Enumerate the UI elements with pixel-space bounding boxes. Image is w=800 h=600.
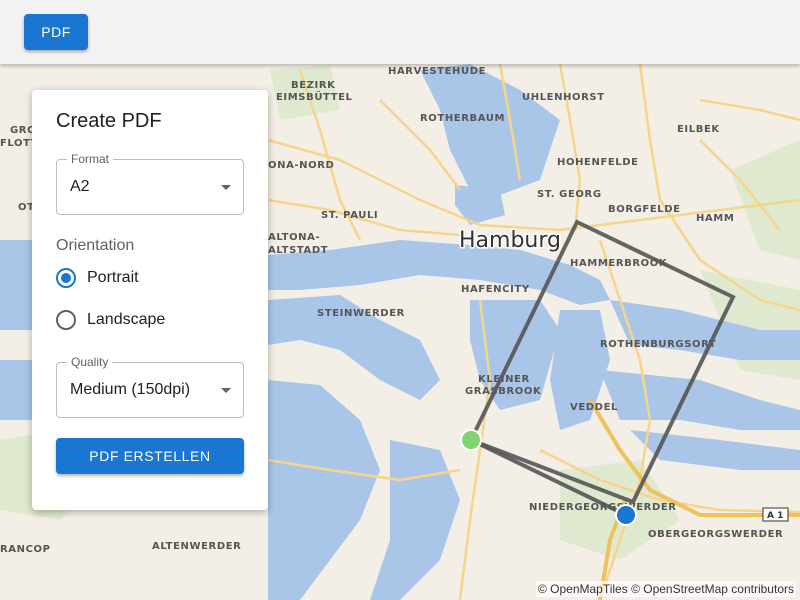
map-label: HARVESTEHUDE xyxy=(388,66,486,77)
map-label: ONA-NORD xyxy=(268,160,334,171)
quality-value: Medium (150dpi) xyxy=(70,381,191,398)
format-value: A2 xyxy=(70,178,90,195)
map-label: GRASBROOK xyxy=(465,386,542,397)
top-toolbar: PDF xyxy=(0,0,800,64)
map-label: OBERGEORGSWERDER xyxy=(648,529,783,540)
map-label: ST. GEORG xyxy=(537,189,602,200)
quality-select[interactable]: Quality Medium (150dpi) xyxy=(56,355,244,418)
svg-text:A 1: A 1 xyxy=(767,511,783,521)
create-pdf-button[interactable]: PDF ERSTELLEN xyxy=(56,438,244,474)
radio-landscape[interactable]: Landscape xyxy=(56,308,165,332)
map-label: ALTSTADT xyxy=(268,245,328,256)
frame-handle-green[interactable] xyxy=(460,429,482,451)
map-label: BORGFELDE xyxy=(608,204,681,215)
map-label: RANCOP xyxy=(0,544,51,555)
map-label: ALTENWERDER xyxy=(152,541,241,552)
map-label: HOHENFELDE xyxy=(557,157,639,168)
map-attribution[interactable]: © OpenMapTiles © OpenStreetMap contribut… xyxy=(535,581,796,597)
radio-checked-icon[interactable] xyxy=(56,268,76,288)
map-label: ROTHERBAUM xyxy=(420,113,505,124)
map-label: HAFENCITY xyxy=(461,284,530,295)
radio-landscape-label: Landscape xyxy=(87,311,166,328)
map-label: VEDDEL xyxy=(570,402,618,413)
radio-portrait[interactable]: Portrait xyxy=(56,266,139,290)
rotate-handle-blue[interactable] xyxy=(615,504,637,526)
radio-portrait-label: Portrait xyxy=(87,269,139,286)
map-label: UHLENHORST xyxy=(522,92,605,103)
pdf-button[interactable]: PDF xyxy=(24,14,88,50)
map-label: ALTONA- xyxy=(268,232,320,243)
chevron-down-icon xyxy=(221,185,231,190)
map-label: EIMSBÜTTEL xyxy=(276,89,353,103)
orientation-label: Orientation xyxy=(56,237,135,254)
road-shield: A 1 xyxy=(762,507,789,522)
map-label: BEZIRK xyxy=(291,80,336,91)
map-label: STEINWERDER xyxy=(317,308,405,319)
chevron-down-icon xyxy=(221,388,231,393)
map-label: ROTHENBURGSORT xyxy=(600,339,716,350)
map-label: ST. PAULI xyxy=(321,210,378,221)
format-label: Format xyxy=(67,152,114,166)
map-label: HAMM xyxy=(696,213,734,224)
map-label: EILBEK xyxy=(677,124,720,135)
quality-label: Quality xyxy=(67,355,113,369)
radio-unchecked-icon[interactable] xyxy=(56,310,76,330)
create-pdf-panel: Create PDF Format A2 Orientation Portrai… xyxy=(32,90,268,510)
format-select[interactable]: Format A2 xyxy=(56,152,244,215)
panel-title: Create PDF xyxy=(56,110,162,132)
city-label: Hamburg xyxy=(459,228,561,253)
